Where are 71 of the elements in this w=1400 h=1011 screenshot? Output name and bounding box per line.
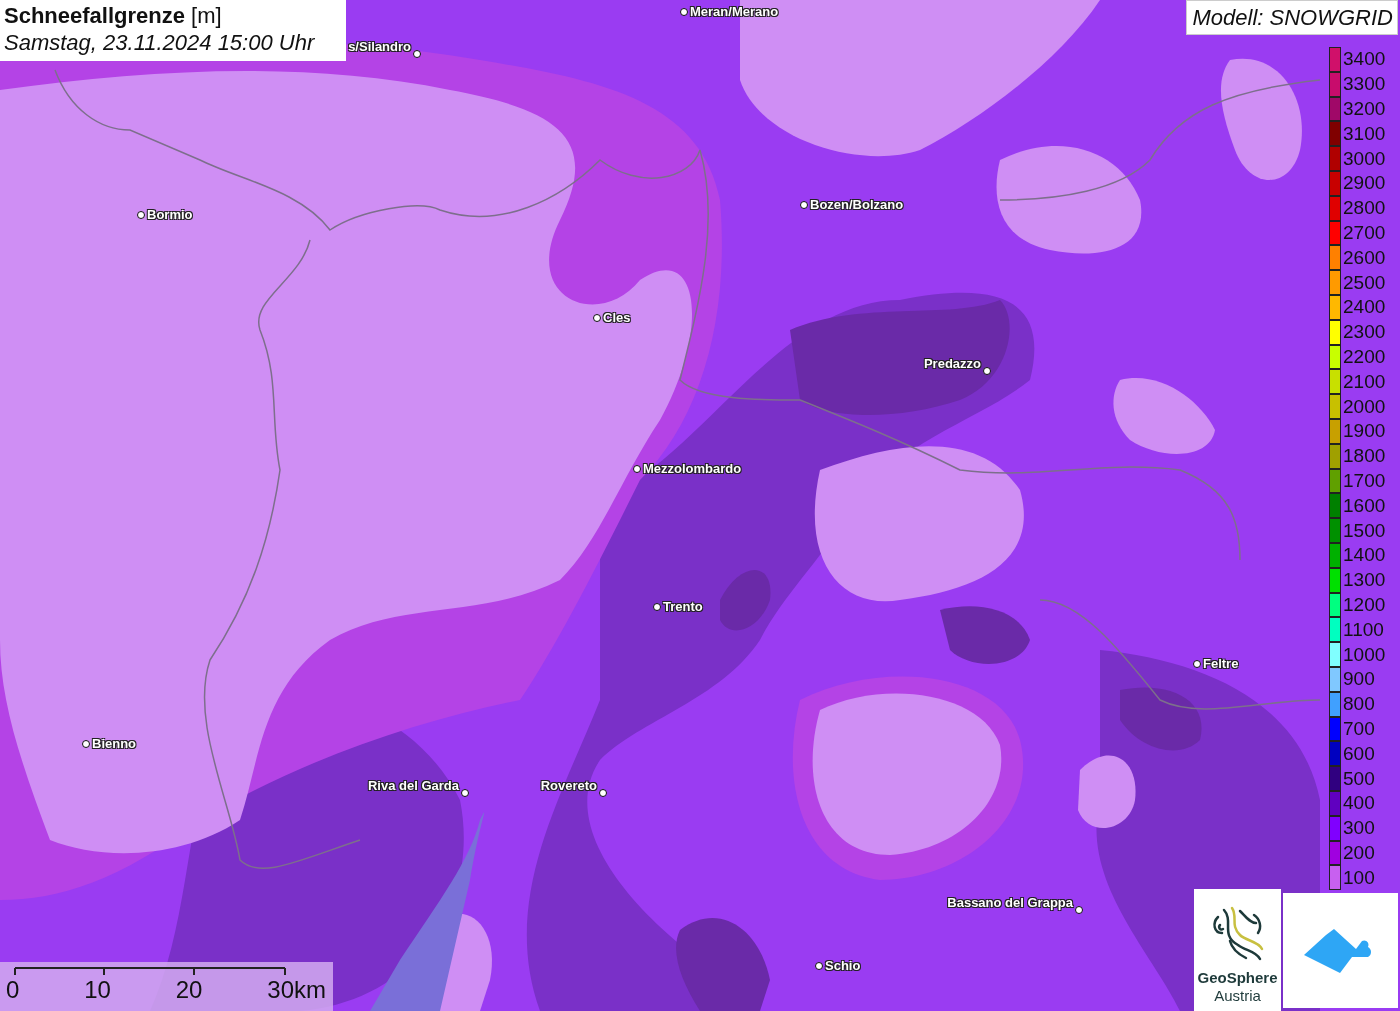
legend-value: 2400: [1343, 296, 1386, 319]
legend-value: 100: [1343, 866, 1375, 889]
legend-value: 1200: [1343, 593, 1386, 616]
legend-value: 3100: [1343, 122, 1386, 145]
legend-value: 700: [1343, 717, 1375, 740]
legend-value: 2100: [1343, 370, 1386, 393]
city-label: Bassano del Grappa: [947, 895, 1073, 910]
legend-value: 2500: [1343, 271, 1386, 294]
logo-name: GeoSphere: [1197, 969, 1278, 987]
legend-value: 1100: [1343, 618, 1384, 641]
legend-value: 3400: [1343, 48, 1386, 71]
city-marker: [653, 603, 661, 611]
city-label: Bormio: [147, 207, 193, 222]
legend-value: 400: [1343, 792, 1375, 815]
legend-value: 900: [1343, 668, 1375, 691]
scale-label: 0: [6, 976, 20, 1004]
legend-value: 1400: [1343, 544, 1386, 567]
city-marker: [680, 8, 688, 16]
city-label: s/Silandro: [348, 39, 411, 54]
legend-value: 800: [1343, 693, 1375, 716]
legend-value: 1000: [1343, 643, 1386, 666]
city-marker: [633, 465, 641, 473]
legend-value: 300: [1343, 817, 1375, 840]
legend-value: 2900: [1343, 172, 1386, 195]
city-marker: [137, 211, 145, 219]
city-label: Riva del Garda: [367, 778, 459, 793]
forecast-time: Samstag, 23.11.2024 15:00 Uhr: [4, 29, 316, 57]
legend-value: 2000: [1343, 395, 1386, 418]
city-marker: [413, 50, 421, 58]
legend-value: 600: [1343, 742, 1375, 765]
city-label: Cles: [603, 310, 631, 325]
legend-value: 1600: [1343, 494, 1386, 517]
city-marker: [82, 740, 90, 748]
city-label: Feltre: [1203, 656, 1239, 671]
city-marker: [599, 789, 607, 797]
city-label: Mezzolombardo: [643, 461, 742, 476]
legend-value: 3300: [1343, 73, 1386, 96]
city-label: Meran/Merano: [690, 4, 779, 19]
map-title: Schneefallgrenze [m]: [4, 3, 223, 29]
city-label: Trento: [663, 599, 703, 614]
city-marker: [461, 789, 469, 797]
city-marker: [1193, 660, 1201, 668]
legend-value: 200: [1343, 841, 1375, 864]
legend-value: 3200: [1343, 98, 1386, 120]
legend-value: 1700: [1343, 469, 1386, 492]
legend-value: 2800: [1343, 197, 1386, 220]
legend-value: 1900: [1343, 420, 1386, 443]
legend-value: 2600: [1343, 246, 1386, 269]
legend-value: 1500: [1343, 519, 1386, 542]
city-marker: [800, 201, 808, 209]
city-label: Predazzo: [923, 356, 981, 371]
city-label: Rovereto: [540, 778, 597, 793]
legend-value: 1300: [1343, 569, 1386, 592]
city-marker: [593, 314, 601, 322]
city-marker: [1075, 906, 1083, 914]
city-label: Schio: [825, 958, 861, 973]
city-label: Bienno: [92, 736, 137, 751]
legend-value: 1800: [1343, 445, 1386, 468]
model-label: Modell: SNOWGRID: [1185, 0, 1398, 35]
legend-value: 2200: [1343, 345, 1386, 368]
scale-label: 10: [84, 976, 111, 1004]
legend-value: 3000: [1343, 147, 1386, 170]
scale-label: 20: [175, 976, 203, 1004]
legend-value: 500: [1343, 767, 1375, 790]
scale-label: 30km: [267, 976, 326, 1004]
legend-value: 2300: [1343, 321, 1386, 344]
city-marker: [983, 367, 991, 375]
city-marker: [815, 962, 823, 970]
legend-value: 2700: [1343, 221, 1386, 244]
city-label: Bozen/Bolzano: [810, 197, 904, 212]
logo-subtitle: Austria: [1214, 987, 1261, 1005]
